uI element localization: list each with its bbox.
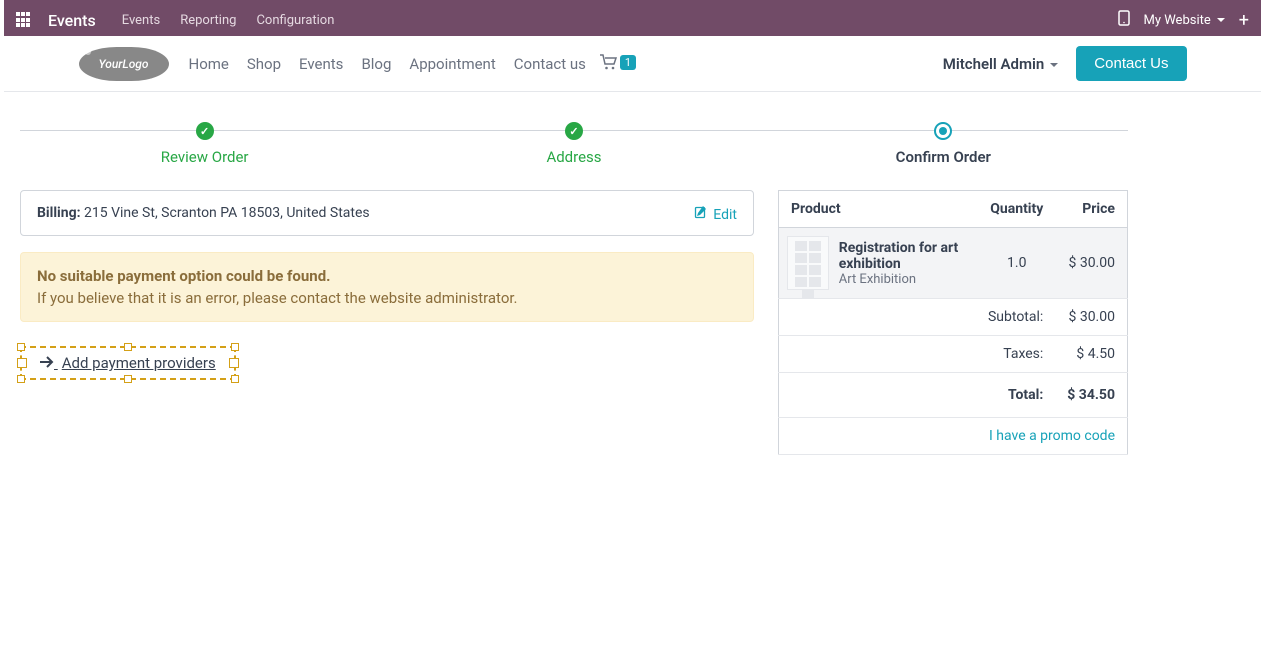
product-variant: Art Exhibition bbox=[839, 272, 972, 287]
nav-home[interactable]: Home bbox=[189, 55, 229, 73]
contact-us-button[interactable]: Contact Us bbox=[1076, 46, 1186, 81]
website-switcher[interactable]: My Website bbox=[1144, 13, 1225, 28]
billing-address: 215 Vine St, Scranton PA 18503, United S… bbox=[84, 205, 370, 221]
step-confirm-icon bbox=[934, 122, 952, 140]
subtotal-label: Subtotal: bbox=[779, 299, 1056, 336]
arrow-right-icon bbox=[40, 354, 58, 372]
edit-icon bbox=[694, 207, 711, 223]
alert-title: No suitable payment option could be foun… bbox=[37, 267, 737, 285]
add-payment-providers-link[interactable]: Add payment providers bbox=[40, 354, 216, 372]
site-logo[interactable]: YourLogo bbox=[79, 47, 169, 81]
total-label: Total: bbox=[779, 373, 1056, 418]
new-button[interactable]: + bbox=[1239, 10, 1249, 31]
admin-bar: Events Events Reporting Configuration My… bbox=[4, 0, 1261, 36]
promo-code-link[interactable]: I have a promo code bbox=[989, 428, 1115, 444]
order-line: Registration for art exhibition Art Exhi… bbox=[779, 228, 1128, 299]
th-price: Price bbox=[1055, 191, 1127, 228]
subtotal-value: $ 30.00 bbox=[1055, 299, 1127, 336]
step-review-icon bbox=[196, 122, 214, 140]
th-quantity: Quantity bbox=[978, 191, 1055, 228]
payment-warning-alert: No suitable payment option could be foun… bbox=[20, 252, 754, 322]
edit-billing-link[interactable]: Edit bbox=[694, 205, 737, 223]
step-review-label[interactable]: Review Order bbox=[20, 148, 389, 166]
billing-card: Edit Billing: 215 Vine St, Scranton PA 1… bbox=[20, 190, 754, 236]
site-header: YourLogo Home Shop Events Blog Appointme… bbox=[4, 36, 1261, 92]
taxes-label: Taxes: bbox=[779, 336, 1056, 373]
nav-shop[interactable]: Shop bbox=[247, 55, 281, 73]
apps-icon[interactable] bbox=[16, 12, 32, 28]
product-price: $ 30.00 bbox=[1055, 228, 1127, 299]
step-address-icon bbox=[565, 122, 583, 140]
mobile-icon[interactable] bbox=[1118, 10, 1130, 30]
nav-contact[interactable]: Contact us bbox=[514, 55, 586, 73]
checkout-steps: Review Order Address Confirm Order bbox=[20, 122, 1128, 166]
admin-app-name[interactable]: Events bbox=[48, 11, 96, 30]
nav-blog[interactable]: Blog bbox=[361, 55, 391, 73]
order-summary-table: Product Quantity Price Registration for … bbox=[778, 190, 1128, 455]
th-product: Product bbox=[779, 191, 979, 228]
billing-label: Billing: bbox=[37, 205, 81, 221]
admin-menu-configuration[interactable]: Configuration bbox=[256, 13, 334, 28]
nav-appointment[interactable]: Appointment bbox=[409, 55, 495, 73]
admin-menu-events[interactable]: Events bbox=[122, 13, 160, 28]
alert-body: If you believe that it is an error, plea… bbox=[37, 289, 737, 307]
product-qty: 1.0 bbox=[978, 228, 1055, 299]
total-value: $ 34.50 bbox=[1055, 373, 1127, 418]
user-menu[interactable]: Mitchell Admin bbox=[943, 55, 1059, 73]
cart-button[interactable]: 1 bbox=[600, 54, 636, 74]
editor-selection[interactable]: Add payment providers bbox=[20, 346, 236, 380]
step-address-label[interactable]: Address bbox=[389, 148, 758, 166]
product-name: Registration for art exhibition bbox=[839, 240, 972, 272]
nav-events[interactable]: Events bbox=[299, 55, 343, 73]
product-thumbnail bbox=[787, 236, 829, 290]
step-confirm-label: Confirm Order bbox=[759, 148, 1128, 166]
taxes-value: $ 4.50 bbox=[1055, 336, 1127, 373]
cart-badge: 1 bbox=[620, 55, 636, 70]
admin-menu-reporting[interactable]: Reporting bbox=[180, 13, 236, 28]
